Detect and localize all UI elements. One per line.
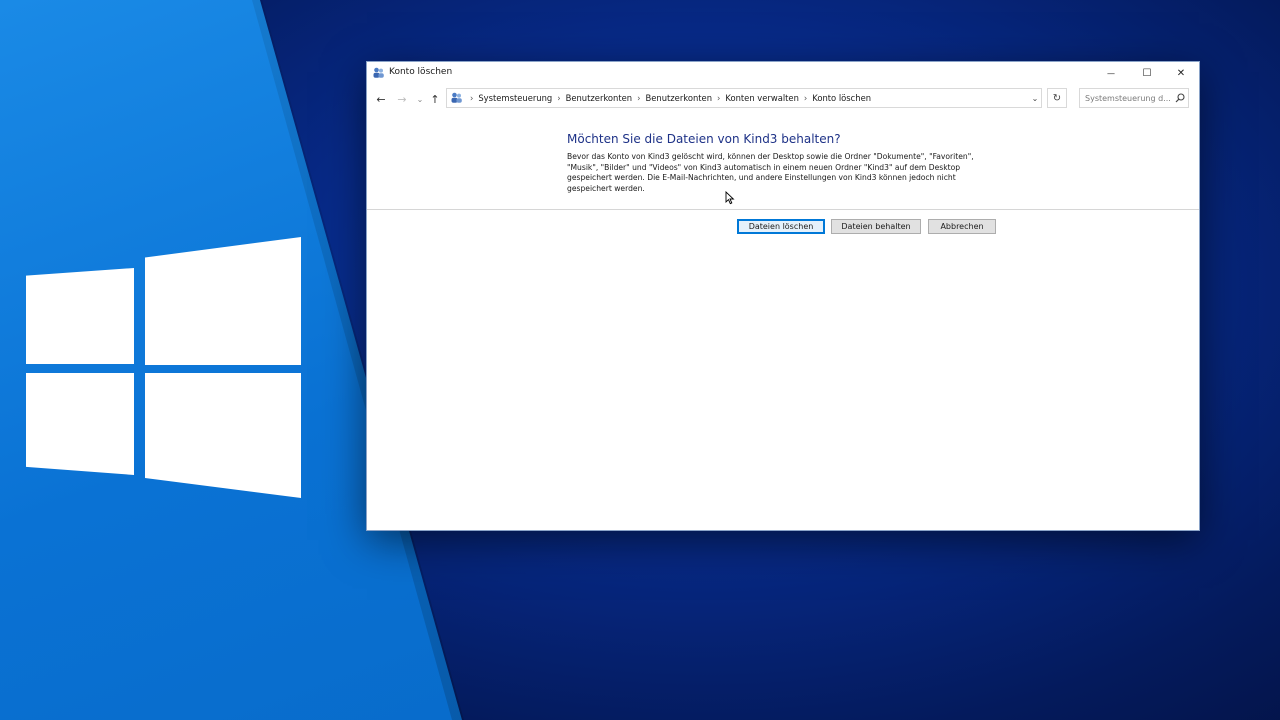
windows-logo-pane-bottom-right: [145, 373, 301, 498]
window-title: Konto löschen: [389, 67, 453, 77]
close-icon: ✕: [1176, 67, 1186, 79]
up-button[interactable]: ↑: [428, 92, 442, 106]
users-icon: [451, 92, 462, 103]
title-bar: Konto löschen — ☐ ✕: [367, 62, 1199, 84]
minimize-button[interactable]: —: [1094, 62, 1128, 84]
windows-logo-pane-bottom-left: [26, 373, 134, 475]
address-dropdown-button[interactable]: ⌄: [1029, 88, 1041, 108]
address-bar[interactable]: › Systemsteuerung › Benutzerkonten › Ben…: [446, 88, 1042, 108]
mouse-cursor-icon: [725, 191, 735, 205]
divider: [367, 209, 1199, 210]
breadcrumb: › Systemsteuerung › Benutzerkonten › Ben…: [465, 93, 871, 103]
recent-locations-button[interactable]: ⌄: [413, 92, 427, 106]
keep-files-button[interactable]: Dateien behalten: [831, 219, 921, 234]
chevron-down-icon: ⌄: [1031, 93, 1039, 103]
arrow-right-icon: →: [397, 92, 407, 106]
description-text: Bevor das Konto von Kind3 gelöscht wird,…: [567, 152, 974, 194]
breadcrumb-separator: ›: [470, 93, 474, 103]
breadcrumb-item[interactable]: Benutzerkonten: [566, 93, 633, 103]
breadcrumb-item[interactable]: Systemsteuerung: [478, 93, 552, 103]
windows-logo-pane-top-right: [145, 237, 301, 365]
breadcrumb-separator: ›: [637, 93, 641, 103]
arrow-left-icon: ←: [376, 92, 386, 106]
chevron-down-icon: ⌄: [416, 94, 424, 104]
search-input[interactable]: [1079, 88, 1189, 108]
page-heading: Möchten Sie die Dateien von Kind3 behalt…: [567, 132, 841, 146]
breadcrumb-separator: ›: [557, 93, 561, 103]
maximize-icon: ☐: [1142, 67, 1152, 79]
refresh-button[interactable]: ↻: [1047, 88, 1067, 108]
cancel-button[interactable]: Abbrechen: [928, 219, 996, 234]
delete-files-button[interactable]: Dateien löschen: [737, 219, 825, 234]
users-icon: [373, 67, 384, 78]
arrow-up-icon: ↑: [430, 92, 440, 106]
search-icon[interactable]: [1175, 93, 1185, 103]
minimize-icon: —: [1107, 68, 1115, 78]
windows-logo-pane-top-left: [26, 268, 134, 364]
maximize-button[interactable]: ☐: [1130, 62, 1164, 84]
control-panel-window: Konto löschen — ☐ ✕ ← → ⌄ ↑ › Systemsteu…: [367, 62, 1199, 530]
breadcrumb-item[interactable]: Konto löschen: [812, 93, 871, 103]
navigation-bar: ← → ⌄ ↑ › Systemsteuerung › Benutzerkont…: [367, 84, 1199, 114]
breadcrumb-item[interactable]: Benutzerkonten: [645, 93, 712, 103]
breadcrumb-separator: ›: [717, 93, 721, 103]
close-button[interactable]: ✕: [1164, 62, 1198, 84]
forward-button[interactable]: →: [395, 92, 409, 106]
back-button[interactable]: ←: [374, 92, 388, 106]
breadcrumb-item[interactable]: Konten verwalten: [725, 93, 799, 103]
breadcrumb-separator: ›: [803, 93, 808, 103]
refresh-icon: ↻: [1052, 92, 1062, 104]
